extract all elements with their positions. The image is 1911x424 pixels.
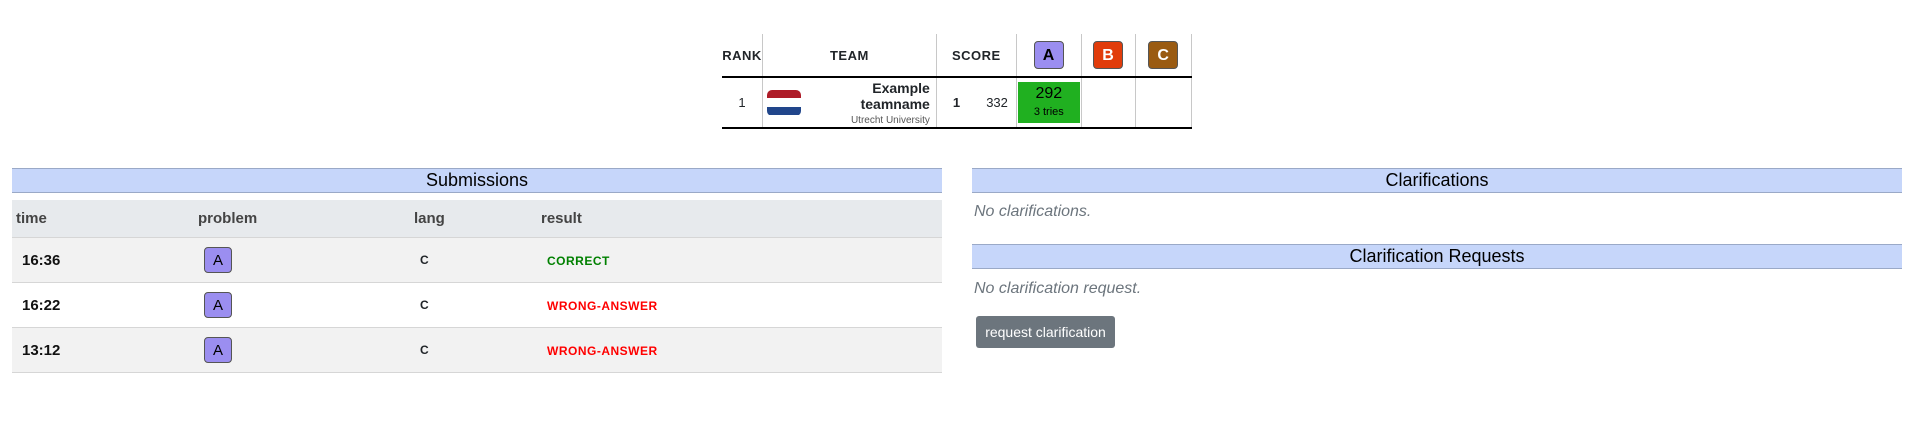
clarifications-header: Clarifications bbox=[972, 168, 1902, 193]
result-label: CORRECT bbox=[547, 253, 610, 268]
result-label: WRONG-ANSWER bbox=[547, 343, 658, 358]
problem-badge-a: A bbox=[204, 292, 232, 318]
solved-count: 1 bbox=[952, 95, 961, 110]
submission-time: 16:36 bbox=[12, 237, 194, 283]
problem-cell-b bbox=[1080, 77, 1136, 129]
problem-cell-c bbox=[1134, 77, 1193, 129]
submission-row[interactable]: 16:36 A C CORRECT bbox=[12, 237, 942, 283]
team-name[interactable]: Example teamname bbox=[801, 80, 930, 112]
submission-lang: C bbox=[410, 327, 537, 373]
scoreboard-table: RANK TEAM SCORE A B C 1 Example teamname… bbox=[722, 34, 1193, 129]
submission-result: WRONG-ANSWER bbox=[537, 282, 942, 328]
submission-result: WRONG-ANSWER bbox=[537, 327, 942, 373]
score-header: SCORE bbox=[935, 34, 1017, 78]
scoreboard-header-row: RANK TEAM SCORE A B C bbox=[722, 34, 1193, 78]
netherlands-flag-icon bbox=[766, 89, 801, 116]
team-header: TEAM bbox=[761, 34, 937, 78]
problem-badge-b[interactable]: B bbox=[1093, 41, 1124, 69]
col-result[interactable]: result bbox=[537, 200, 942, 238]
submission-row[interactable]: 16:22 A C WRONG-ANSWER bbox=[12, 282, 942, 328]
problem-badge-a[interactable]: A bbox=[1033, 41, 1064, 69]
submission-lang: C bbox=[410, 237, 537, 283]
submission-problem: A bbox=[194, 327, 410, 373]
problem-badge-a: A bbox=[204, 337, 232, 363]
col-problem[interactable]: problem bbox=[194, 200, 410, 238]
request-clarification-button[interactable]: request clarification bbox=[976, 316, 1115, 348]
team-affiliation: Utrecht University bbox=[850, 114, 930, 126]
team-rank: 1 bbox=[722, 77, 763, 129]
submission-problem: A bbox=[194, 282, 410, 328]
submission-problem: A bbox=[194, 237, 410, 283]
clarification-requests-header: Clarification Requests bbox=[972, 244, 1902, 269]
submission-time: 16:22 bbox=[12, 282, 194, 328]
submission-result: CORRECT bbox=[537, 237, 942, 283]
col-time[interactable]: time bbox=[12, 200, 194, 238]
submissions-header: Submissions bbox=[12, 168, 942, 193]
problem-header-a[interactable]: A bbox=[1015, 34, 1082, 78]
problem-badge-c[interactable]: C bbox=[1148, 41, 1179, 69]
problem-a-points: 292 bbox=[1035, 85, 1063, 102]
scoreboard-team-row[interactable]: 1 Example teamname Utrecht University 1 … bbox=[722, 77, 1193, 129]
problem-header-c[interactable]: C bbox=[1134, 34, 1193, 78]
problem-header-b[interactable]: B bbox=[1080, 34, 1136, 78]
no-clarification-request-text: No clarification request. bbox=[974, 280, 1142, 297]
rank-header: RANK bbox=[722, 34, 763, 78]
problem-badge-a: A bbox=[204, 247, 232, 273]
submission-lang: C bbox=[410, 282, 537, 328]
col-lang[interactable]: lang bbox=[410, 200, 537, 238]
penalty-time: 332 bbox=[986, 95, 1008, 110]
problem-a-tries: 3 tries bbox=[1033, 106, 1064, 118]
no-clarifications-text: No clarifications. bbox=[974, 203, 1092, 220]
team-score-cell: 1 332 bbox=[935, 77, 1017, 129]
submission-time: 13:12 bbox=[12, 327, 194, 373]
submission-row[interactable]: 13:12 A C WRONG-ANSWER bbox=[12, 327, 942, 373]
team-cell[interactable]: Example teamname Utrecht University bbox=[761, 77, 937, 129]
problem-a-result: 292 3 tries bbox=[1017, 82, 1080, 123]
submissions-table: time problem lang result 16:36 A C CORRE… bbox=[12, 200, 942, 373]
submissions-header-row: time problem lang result bbox=[12, 200, 942, 238]
problem-cell-a[interactable]: 292 3 tries bbox=[1015, 77, 1082, 129]
result-label: WRONG-ANSWER bbox=[547, 298, 658, 313]
